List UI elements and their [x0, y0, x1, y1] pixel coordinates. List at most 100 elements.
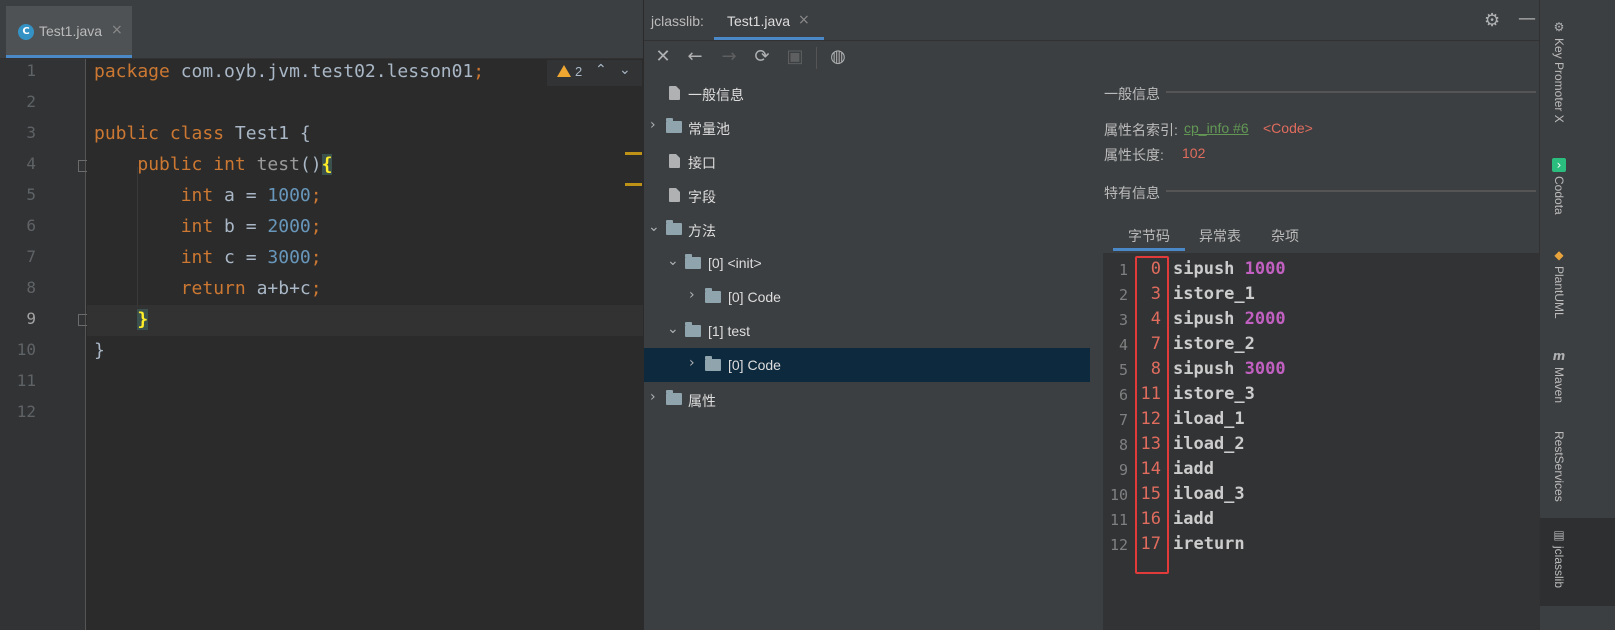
folder-icon	[705, 356, 721, 371]
jclasslib-panel: jclasslib: Test1.java × ⚙ — ✕ ← → ⟳ ▣ ◍ …	[643, 0, 1539, 630]
tree-node-fields[interactable]: 字段	[644, 178, 1090, 212]
tree-node-interfaces[interactable]: 接口	[644, 144, 1090, 178]
line-number-gutter: 1 2 3 4 5 6 7 8 9 10 11 12	[0, 59, 90, 630]
tree-node-label: 属性	[688, 393, 716, 409]
folder-icon	[685, 254, 701, 269]
bytecode-instruction: iload_2	[1173, 434, 1245, 454]
refresh-icon[interactable]: ⟳	[750, 45, 774, 69]
editor-tab-test1-java[interactable]: C Test1.java ×	[6, 6, 132, 58]
tool-maven[interactable]: m Maven	[1540, 345, 1615, 415]
bytecode-line-number: 3	[1118, 311, 1128, 329]
tree-node-init-code[interactable]: › [0] Code	[644, 280, 1090, 314]
chevron-down-icon[interactable]: ⌄	[667, 253, 679, 269]
bytecode-instruction: iadd	[1173, 509, 1214, 529]
code-line: public int test(){	[137, 154, 333, 175]
attribute-detail-pane: 一般信息 属性名索引: cp_info #6 <Code> 属性长度: 102 …	[1091, 74, 1539, 630]
tree-node-label: [0] Code	[728, 357, 781, 373]
bytecode-instruction: sipush 2000	[1173, 309, 1286, 329]
tool-codota[interactable]: › Codota	[1540, 150, 1615, 230]
inspection-widget[interactable]: 2 ⌃ ⌄	[547, 60, 642, 86]
folder-icon	[685, 322, 701, 337]
bytecode-line-number: 10	[1109, 486, 1128, 504]
bytecode-line-number: 6	[1118, 386, 1128, 404]
tool-label: RestServices	[1552, 431, 1566, 502]
bytecode-instruction: iload_1	[1173, 409, 1245, 429]
bytecode-instruction: iload_3	[1173, 484, 1245, 504]
bytecode-instruction: istore_1	[1173, 284, 1255, 304]
line-number: 9	[26, 309, 36, 328]
warning-stripe[interactable]	[625, 152, 642, 155]
chevron-up-icon[interactable]: ⌃	[595, 62, 607, 78]
bytecode-instruction: istore_2	[1173, 334, 1255, 354]
tool-window-strip: ⚙ Key Promoter X › Codota ◆ PlantUML m M…	[1539, 0, 1615, 630]
tool-restservices[interactable]: RestServices	[1540, 425, 1615, 510]
offset-highlight-box	[1135, 256, 1169, 574]
bytecode-listing[interactable]: 1 0 sipush 1000 2 3 istore_1 3 4 sipush …	[1103, 253, 1539, 630]
editor-tab-label: Test1.java	[39, 23, 103, 39]
jclasslib-tab-test1-java[interactable]: Test1.java ×	[714, 0, 824, 40]
tree-node-label: 方法	[688, 223, 716, 239]
tree-node-test-code[interactable]: › [0] Code	[644, 348, 1090, 382]
name-index-value: <Code>	[1263, 120, 1313, 136]
line-number: 2	[26, 92, 36, 111]
tree-node-label: [0] Code	[728, 289, 781, 305]
folder-icon	[666, 390, 682, 405]
tree-node-label: 接口	[688, 155, 716, 171]
tree-node-method-init[interactable]: ⌄ [0] <init>	[644, 246, 1090, 280]
tree-node-general-info[interactable]: 一般信息	[644, 76, 1090, 110]
cp-info-link[interactable]: cp_info #6	[1184, 120, 1249, 136]
bytecode-instruction: istore_3	[1173, 384, 1255, 404]
line-number: 10	[16, 340, 36, 359]
code-line: return a+b+c;	[180, 278, 322, 299]
chevron-down-icon[interactable]: ⌄	[619, 62, 631, 78]
tree-node-label: 一般信息	[688, 87, 744, 103]
jclasslib-icon: ▤	[1553, 528, 1565, 542]
gear-icon[interactable]: ⚙	[1484, 10, 1500, 31]
globe-icon[interactable]: ◍	[826, 45, 850, 69]
chevron-right-icon[interactable]: ›	[689, 287, 695, 303]
line-number: 8	[26, 278, 36, 297]
chevron-down-icon[interactable]: ⌄	[667, 321, 679, 337]
tab-misc[interactable]: 杂项	[1255, 221, 1315, 251]
name-index-label: 属性名索引:	[1104, 122, 1178, 138]
tool-label: jclasslib	[1552, 546, 1566, 589]
bytecode-instruction: ireturn	[1173, 534, 1245, 554]
folder-icon	[705, 288, 721, 303]
chevron-right-icon[interactable]: ›	[689, 355, 695, 371]
bytecode-line-number: 9	[1118, 461, 1128, 479]
codota-icon: ›	[1552, 158, 1566, 172]
detail-tabs: 字节码 异常表 杂项	[1113, 221, 1539, 251]
code-area[interactable]: package com.oyb.jvm.test02.lesson01; pub…	[87, 59, 662, 630]
chevron-right-icon[interactable]: ›	[650, 117, 656, 133]
forward-arrow-icon[interactable]: →	[717, 45, 741, 69]
tree-node-attributes[interactable]: › 属性	[644, 382, 1090, 416]
chevron-down-icon[interactable]: ⌄	[648, 219, 660, 235]
close-icon[interactable]: ×	[111, 22, 123, 38]
bytecode-line-number: 8	[1118, 436, 1128, 454]
close-icon[interactable]: ✕	[651, 45, 675, 69]
line-number: 3	[26, 123, 36, 142]
tool-jclasslib[interactable]: ▤ jclasslib	[1540, 518, 1615, 606]
code-line: int b = 2000;	[180, 216, 322, 237]
jclasslib-tab-bar: jclasslib: Test1.java × ⚙ —	[644, 0, 1539, 41]
tool-key-promoter-x[interactable]: ⚙ Key Promoter X	[1540, 10, 1615, 140]
tree-node-method-test[interactable]: ⌄ [1] test	[644, 314, 1090, 348]
close-icon[interactable]: ×	[798, 12, 810, 28]
bytecode-line-number: 12	[1109, 536, 1128, 554]
warning-stripe[interactable]	[625, 183, 642, 186]
chevron-right-icon[interactable]: ›	[650, 389, 656, 405]
bytecode-line-number: 11	[1109, 511, 1128, 529]
document-icon	[669, 188, 680, 202]
tree-node-constant-pool[interactable]: › 常量池	[644, 110, 1090, 144]
key-promoter-icon: ⚙	[1553, 20, 1565, 34]
tab-exception-table[interactable]: 异常表	[1185, 221, 1255, 251]
tool-plantuml[interactable]: ◆ PlantUML	[1540, 240, 1615, 335]
section-divider	[1166, 190, 1536, 192]
bytecode-instruction: sipush 3000	[1173, 359, 1286, 379]
save-icon[interactable]: ▣	[783, 45, 807, 69]
back-arrow-icon[interactable]: ←	[683, 45, 707, 69]
minimize-icon[interactable]: —	[1518, 8, 1536, 29]
tree-node-methods[interactable]: ⌄ 方法	[644, 212, 1090, 246]
toolbar-divider	[816, 47, 817, 69]
tab-bytecode[interactable]: 字节码	[1113, 221, 1185, 251]
